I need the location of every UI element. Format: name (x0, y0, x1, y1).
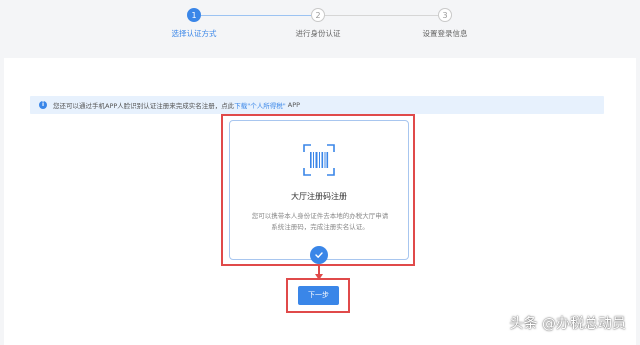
download-app-link[interactable]: 下载"个人所得税" (234, 100, 285, 110)
card-title: 大厅注册码注册 (291, 192, 347, 201)
card-description-line-2: 系统注册码，完成注册实名认证。 (271, 223, 369, 231)
notice-suffix: APP (287, 101, 301, 109)
step-label: 进行身份认证 (295, 29, 341, 38)
barcode-scan-icon (303, 144, 335, 176)
step-label: 设置登录信息 (422, 29, 468, 38)
notice-text: 您还可以通过手机APP人脸识别认证注册来完成实名注册，点此 (53, 102, 235, 110)
watermark: 头条 @办税总动员 (509, 316, 626, 332)
selected-check-icon (310, 246, 328, 264)
card-description-line-1: 您可以携带本人身份证件去本地的办税大厅申请 (251, 212, 389, 220)
stepper: 1 选择认证方式 2 进行身份认证 3 设置登录信息 (0, 0, 640, 58)
card-description: 您可以携带本人身份证件去本地的办税大厅申请 系统注册码，完成注册实名认证。 (244, 211, 396, 233)
step-2: 2 进行身份认证 (263, 8, 373, 39)
step-number: 2 (311, 8, 325, 22)
step-1: 1 选择认证方式 (139, 8, 249, 39)
notice-bar: i 您还可以通过手机APP人脸识别认证注册来完成实名注册，点此 下载"个人所得税… (30, 96, 604, 114)
step-number: 3 (438, 8, 452, 22)
hall-registration-code-option[interactable]: 大厅注册码注册 您可以携带本人身份证件去本地的办税大厅申请 系统注册码，完成注册… (229, 120, 409, 260)
step-3: 3 设置登录信息 (390, 8, 500, 39)
next-step-button[interactable]: 下一步 (298, 286, 339, 305)
info-icon: i (39, 101, 47, 109)
step-label: 选择认证方式 (171, 29, 217, 38)
step-number: 1 (187, 8, 201, 22)
